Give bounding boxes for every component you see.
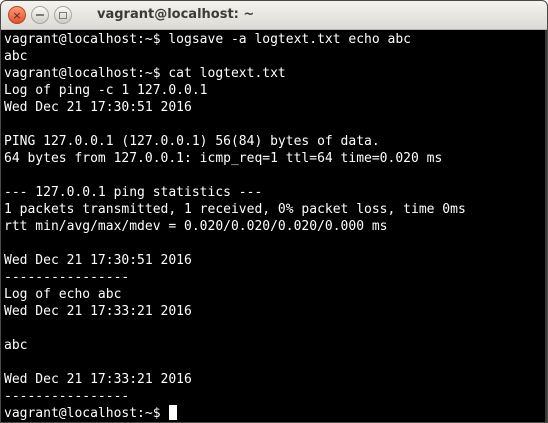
scrollbar[interactable] [545, 30, 547, 422]
minimize-icon [36, 14, 44, 16]
terminal-line: Wed Dec 21 17:33:21 2016 [4, 304, 192, 319]
terminal-line: Wed Dec 21 17:33:21 2016 [4, 372, 192, 387]
title-bar[interactable]: × vagrant@localhost: ~ [1, 1, 547, 30]
shell-prompt: vagrant@localhost:~$ [4, 406, 169, 421]
close-icon: × [12, 8, 22, 22]
terminal-line: abc [4, 338, 28, 353]
terminal-line: Log of echo abc [4, 287, 122, 302]
terminal-line: PING 127.0.0.1 (127.0.0.1) 56(84) bytes … [4, 134, 380, 149]
terminal-window: × vagrant@localhost: ~ vagrant@localhost… [0, 0, 548, 423]
terminal-line: --- 127.0.0.1 ping statistics --- [4, 185, 263, 200]
terminal-line: 64 bytes from 127.0.0.1: icmp_req=1 ttl=… [4, 151, 443, 166]
terminal-line: ---------------- [4, 270, 130, 285]
terminal-line: vagrant@localhost:~$ logsave -a logtext.… [4, 32, 411, 47]
minimize-button[interactable] [31, 6, 49, 24]
window-controls: × [8, 6, 72, 24]
terminal-line: Log of ping -c 1 127.0.0.1 [4, 83, 208, 98]
close-button[interactable]: × [8, 6, 26, 24]
prompt-line[interactable]: vagrant@localhost:~$ [4, 405, 547, 422]
terminal-line: abc [4, 49, 28, 64]
terminal-line: Wed Dec 21 17:30:51 2016 [4, 100, 192, 115]
text-cursor [169, 405, 178, 420]
terminal-line: Wed Dec 21 17:30:51 2016 [4, 253, 192, 268]
terminal-line: ---------------- [4, 389, 130, 404]
terminal-output[interactable]: vagrant@localhost:~$ logsave -a logtext.… [1, 30, 547, 422]
terminal-line: rtt min/avg/max/mdev = 0.020/0.020/0.020… [4, 219, 388, 234]
terminal-line: 1 packets transmitted, 1 received, 0% pa… [4, 202, 466, 217]
maximize-icon [59, 11, 67, 19]
terminal-line: vagrant@localhost:~$ cat logtext.txt [4, 66, 286, 81]
maximize-button[interactable] [54, 6, 72, 24]
terminal-lines: vagrant@localhost:~$ logsave -a logtext.… [4, 31, 547, 405]
window-title: vagrant@localhost: ~ [97, 7, 255, 22]
